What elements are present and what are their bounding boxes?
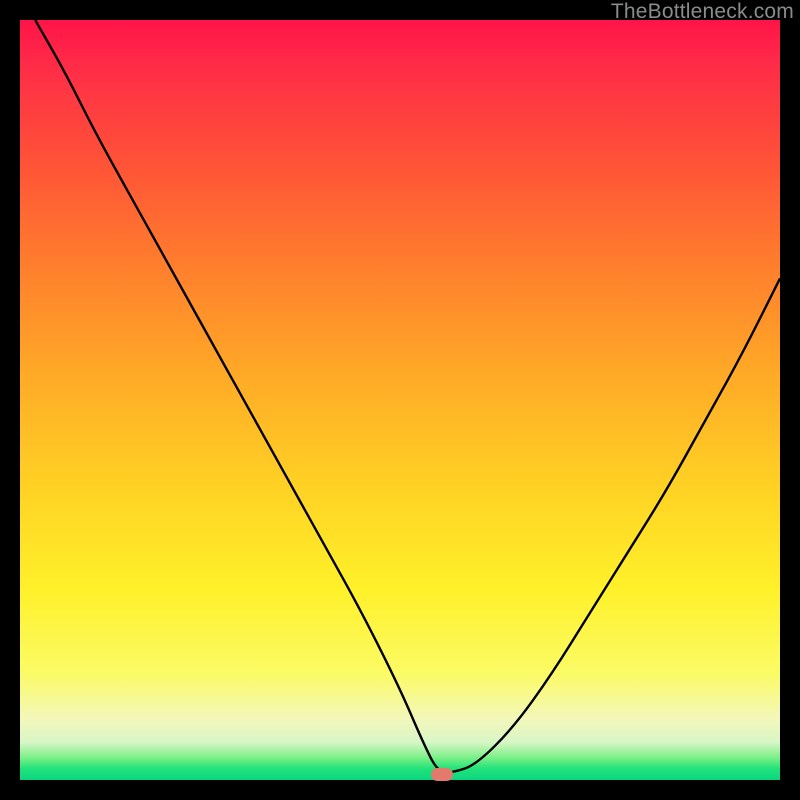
plot-area [20,20,780,780]
curve-svg [20,20,780,780]
chart-frame: TheBottleneck.com [0,0,800,800]
bottleneck-curve-path [35,20,780,772]
optimal-point-marker [431,768,453,781]
